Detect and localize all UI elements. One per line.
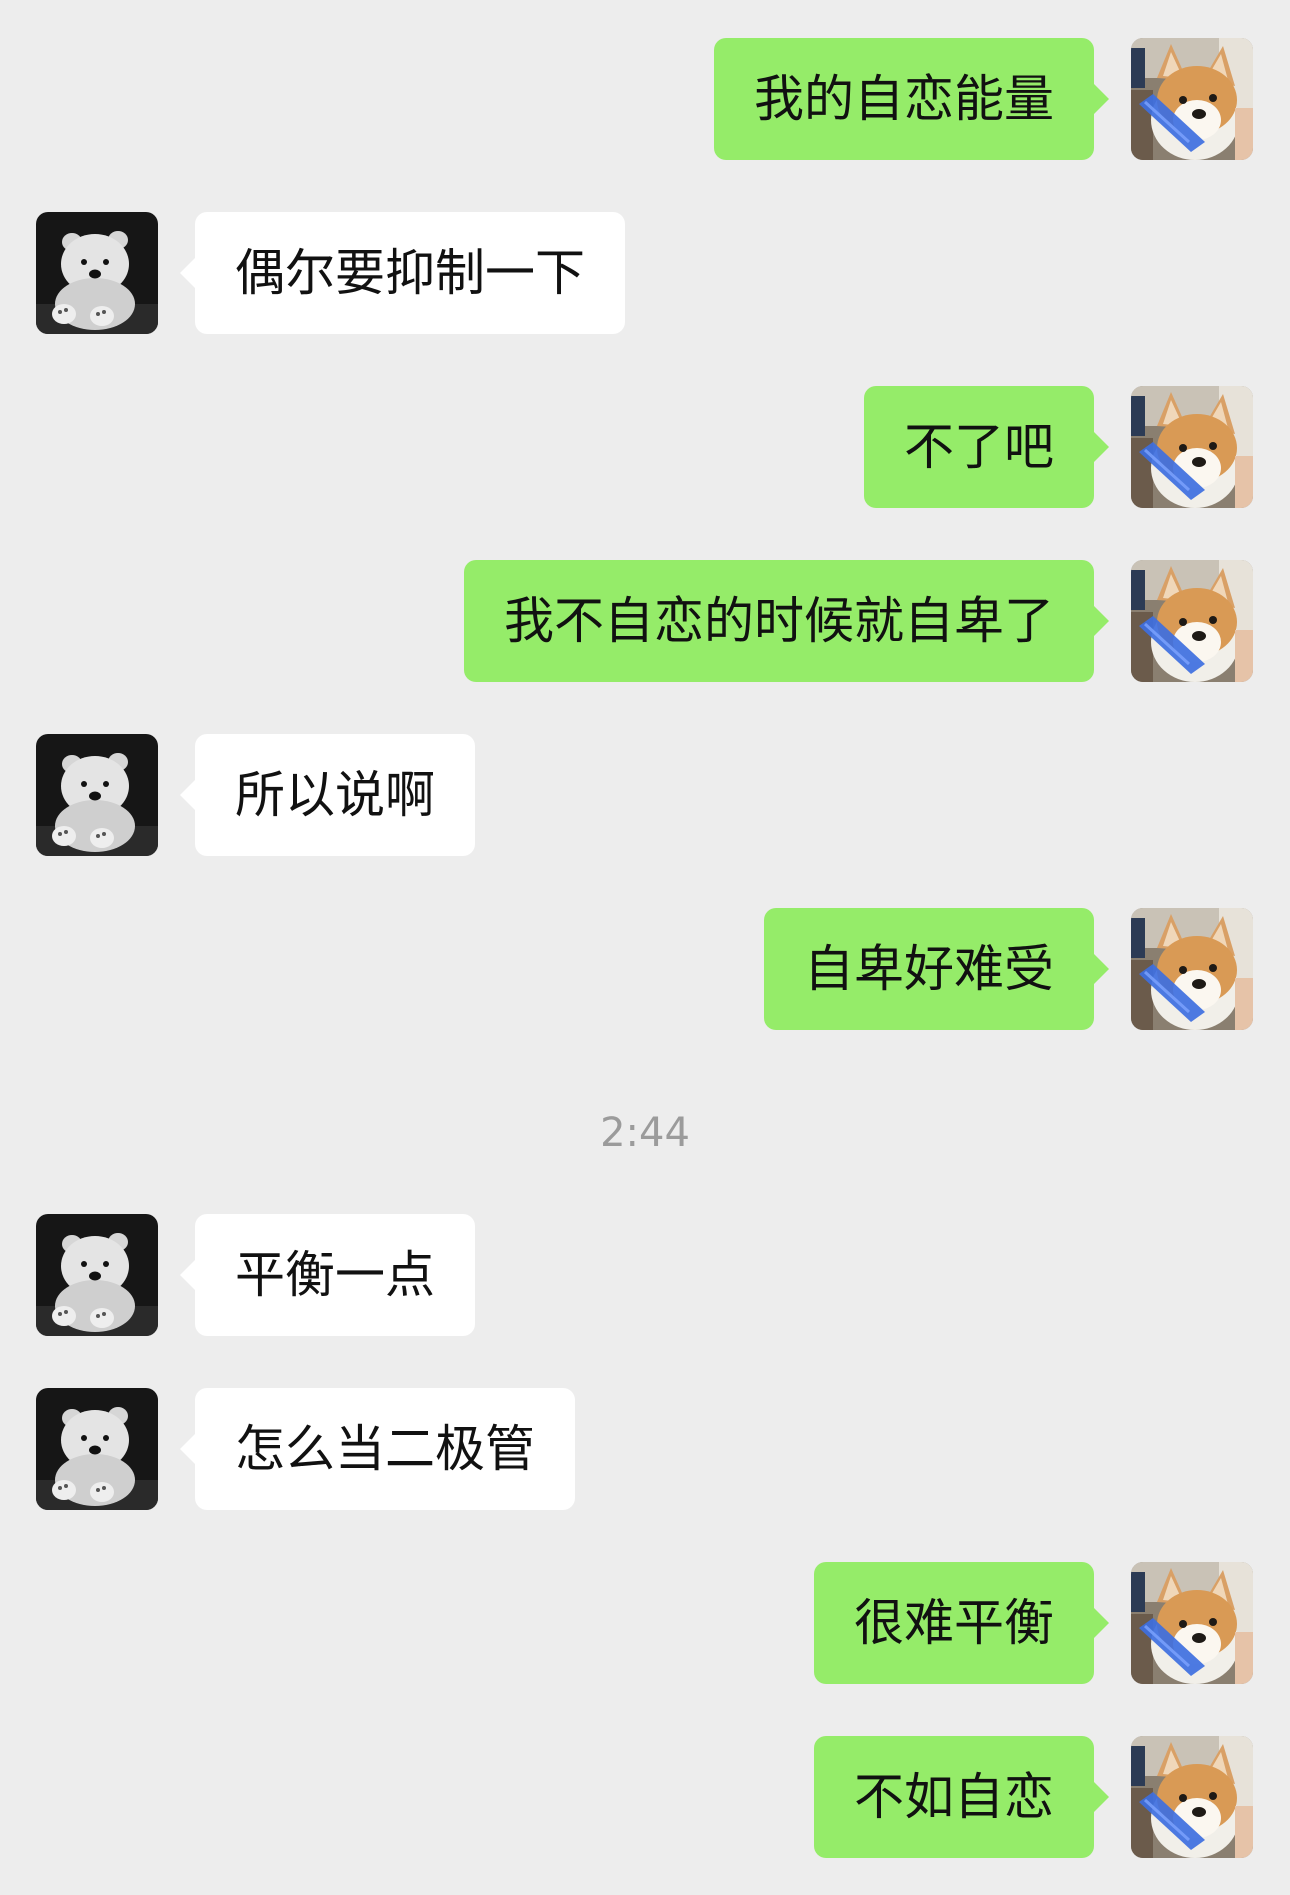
message-row: 怎么当二极管 xyxy=(0,1388,1290,1510)
message-row: 我的自恋能量 xyxy=(0,38,1290,160)
message-row: 偶尔要抑制一下 xyxy=(0,212,1290,334)
white-plush-bear-avatar[interactable] xyxy=(36,212,158,334)
message-bubble-outgoing[interactable]: 自卑好难受 xyxy=(764,908,1109,1030)
message-bubble-incoming[interactable]: 怎么当二极管 xyxy=(180,1388,575,1510)
white-plush-bear-avatar[interactable] xyxy=(36,1388,158,1510)
message-row: 不了吧 xyxy=(0,386,1290,508)
message-timestamp: 2:44 xyxy=(600,1110,690,1156)
message-bubble-outgoing[interactable]: 我的自恋能量 xyxy=(714,38,1109,160)
message-row: 我不自恋的时候就自卑了 xyxy=(0,560,1290,682)
message-bubble-outgoing[interactable]: 不如自恋 xyxy=(814,1736,1109,1858)
shiba-dog-avatar[interactable] xyxy=(1131,386,1253,508)
shiba-dog-avatar[interactable] xyxy=(1131,1562,1253,1684)
message-bubble-incoming[interactable]: 平衡一点 xyxy=(180,1214,475,1336)
shiba-dog-avatar[interactable] xyxy=(1131,908,1253,1030)
white-plush-bear-avatar[interactable] xyxy=(36,734,158,856)
message-row: 很难平衡 xyxy=(0,1562,1290,1684)
message-bubble-outgoing[interactable]: 不了吧 xyxy=(864,386,1109,508)
shiba-dog-avatar[interactable] xyxy=(1131,560,1253,682)
message-row: 自卑好难受 xyxy=(0,908,1290,1030)
chat-area[interactable]: 我的自恋能量 偶尔要抑制一下 不了吧 我不自恋的时候就自卑了 所以说啊 自卑好难… xyxy=(0,0,1290,1895)
shiba-dog-avatar[interactable] xyxy=(1131,38,1253,160)
message-bubble-incoming[interactable]: 偶尔要抑制一下 xyxy=(180,212,625,334)
shiba-dog-avatar[interactable] xyxy=(1131,1736,1253,1858)
message-bubble-outgoing[interactable]: 我不自恋的时候就自卑了 xyxy=(464,560,1109,682)
message-row: 所以说啊 xyxy=(0,734,1290,856)
message-row: 平衡一点 xyxy=(0,1214,1290,1336)
message-row: 不如自恋 xyxy=(0,1736,1290,1858)
message-bubble-outgoing[interactable]: 很难平衡 xyxy=(814,1562,1109,1684)
white-plush-bear-avatar[interactable] xyxy=(36,1214,158,1336)
message-bubble-incoming[interactable]: 所以说啊 xyxy=(180,734,475,856)
